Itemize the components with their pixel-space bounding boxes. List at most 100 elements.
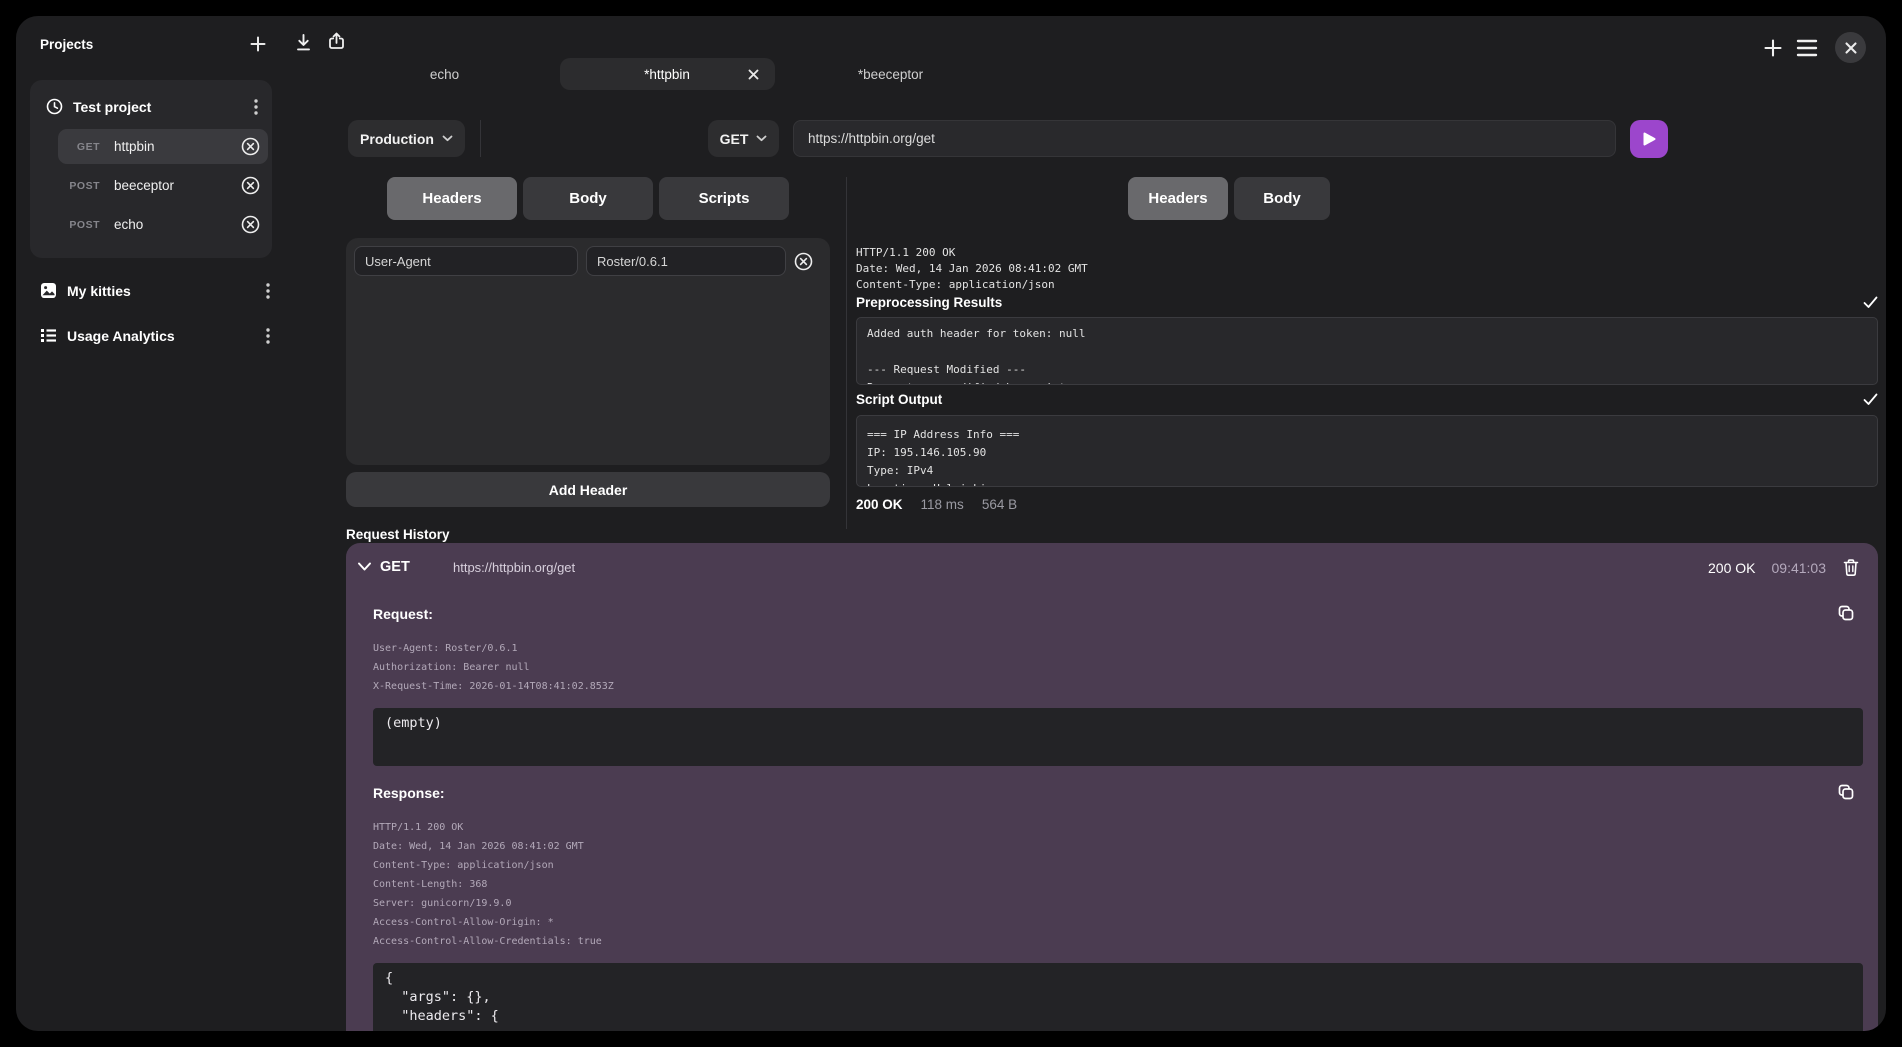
method-label: GET [720,131,749,147]
header-row [354,246,822,276]
tab-request-scripts[interactable]: Scripts [659,177,789,220]
response-section-label: Response: [373,785,445,801]
method-badge: POST [58,180,100,192]
add-header-label: Add Header [549,482,628,498]
download-icon[interactable] [293,32,314,53]
method-badge: GET [58,141,100,153]
environment-select[interactable]: Production [348,120,465,157]
tab-label: Body [569,190,607,207]
status-time: 118 ms [921,497,964,512]
status-code: 200 OK [856,497,903,512]
tab-beeceptor[interactable]: *beeceptor [783,58,998,90]
send-button[interactable] [1630,120,1668,158]
script-output-text: === IP Address Info === IP: 195.146.105.… [857,416,1877,487]
method-badge: POST [58,219,100,231]
tab-httpbin[interactable]: *httpbin [560,58,775,90]
chevron-down-icon [442,135,453,142]
history-time: 09:41:03 [1772,560,1827,576]
script-output-title: Script Output [856,392,942,407]
main-area: echo *httpbin *beeceptor Production GET [284,16,1886,1031]
request-name: echo [114,217,241,232]
toolbar-divider [480,120,481,157]
response-status-line: 200 OK 118 ms 564 B [856,497,1017,512]
request-item-echo[interactable]: POST echo [58,207,268,242]
kebab-icon[interactable] [254,99,258,115]
tab-request-headers[interactable]: Headers [387,177,517,220]
request-item-beeceptor[interactable]: POST beeceptor [58,168,268,203]
tab-label: Headers [1148,190,1207,207]
method-select[interactable]: GET [708,120,779,157]
script-output-box: === IP Address Info === IP: 195.146.105.… [856,415,1878,487]
list-icon [40,327,57,344]
image-icon [40,282,57,299]
sidebar-header: Projects [16,16,284,54]
trash-icon[interactable] [1842,558,1860,577]
projects-title: Projects [40,37,93,52]
tab-request-body[interactable]: Body [523,177,653,220]
chevron-down-icon [756,135,767,142]
project-usage-analytics[interactable]: Usage Analytics [16,315,284,356]
remove-header-icon[interactable] [794,252,813,271]
check-icon [1863,296,1878,309]
remove-circle-icon[interactable] [241,215,260,234]
play-icon [1641,131,1657,147]
check-icon [1863,393,1878,406]
tab-response-headers[interactable]: Headers [1128,177,1228,220]
history-request-headers: User-Agent: Roster/0.6.1 Authorization: … [373,639,614,696]
tab-label: echo [430,67,459,82]
kebab-icon[interactable] [266,283,270,299]
tab-label: *beeceptor [858,67,923,82]
add-header-button[interactable]: Add Header [346,472,830,507]
header-value-input[interactable] [586,246,786,276]
copy-icon[interactable] [1837,604,1855,622]
environment-label: Production [360,131,434,147]
headers-editor [346,238,830,465]
tab-response-body[interactable]: Body [1234,177,1330,220]
history-meta: 200 OK 09:41:03 [1708,558,1860,577]
add-tab-icon[interactable] [1762,37,1784,59]
close-tab-icon[interactable] [748,69,759,80]
preprocessing-output: Added auth header for token: null --- Re… [856,317,1878,385]
history-url: https://httpbin.org/get [453,560,575,575]
history-response-headers: HTTP/1.1 200 OK Date: Wed, 14 Jan 2026 0… [373,818,602,951]
url-field-wrap [793,120,1616,157]
collapse-chevron-icon[interactable] [357,562,372,572]
project-name: My kitties [67,283,256,299]
tab-echo[interactable]: echo [337,58,552,90]
copy-icon[interactable] [1837,783,1855,801]
menu-icon[interactable] [1796,39,1818,57]
project-test-header[interactable]: Test project [30,92,272,125]
remove-circle-icon[interactable] [241,137,260,156]
script-output-header: Script Output [856,392,1878,407]
request-name: beeceptor [114,178,241,193]
sidebar: Projects Test project GET httpbin [16,16,284,1031]
tab-label: Scripts [699,190,750,207]
header-key-input[interactable] [354,246,578,276]
clock-icon [46,98,63,115]
response-body-box: { "args": {}, "headers": { [373,963,1863,1031]
tab-label: Headers [422,190,481,207]
close-window-icon[interactable] [1835,32,1866,63]
history-title: Request History [346,527,450,542]
app-window: Projects Test project GET httpbin [16,16,1886,1031]
url-input[interactable] [793,120,1616,157]
request-body-box: (empty) [373,708,1863,766]
status-size: 564 B [982,497,1017,512]
share-icon[interactable] [326,31,347,52]
panel-divider [846,177,847,529]
project-my-kitties[interactable]: My kitties [16,270,284,311]
preprocessing-title: Preprocessing Results [856,295,1002,310]
project-name: Test project [73,99,244,115]
request-item-httpbin[interactable]: GET httpbin [58,129,268,164]
response-body-text: { "args": {}, "headers": { [373,963,1863,1031]
kebab-icon[interactable] [266,328,270,344]
request-section-label: Request: [373,606,433,622]
remove-circle-icon[interactable] [241,176,260,195]
response-headers-text: HTTP/1.1 200 OK Date: Wed, 14 Jan 2026 0… [856,245,1878,293]
project-group-test: Test project GET httpbin POST beeceptor [30,80,272,258]
history-entry: GET https://httpbin.org/get 200 OK 09:41… [346,543,1878,1031]
project-name: Usage Analytics [67,328,256,344]
tab-strip: echo *httpbin *beeceptor [337,58,998,90]
add-project-icon[interactable] [248,34,268,54]
history-method: GET [380,559,410,575]
